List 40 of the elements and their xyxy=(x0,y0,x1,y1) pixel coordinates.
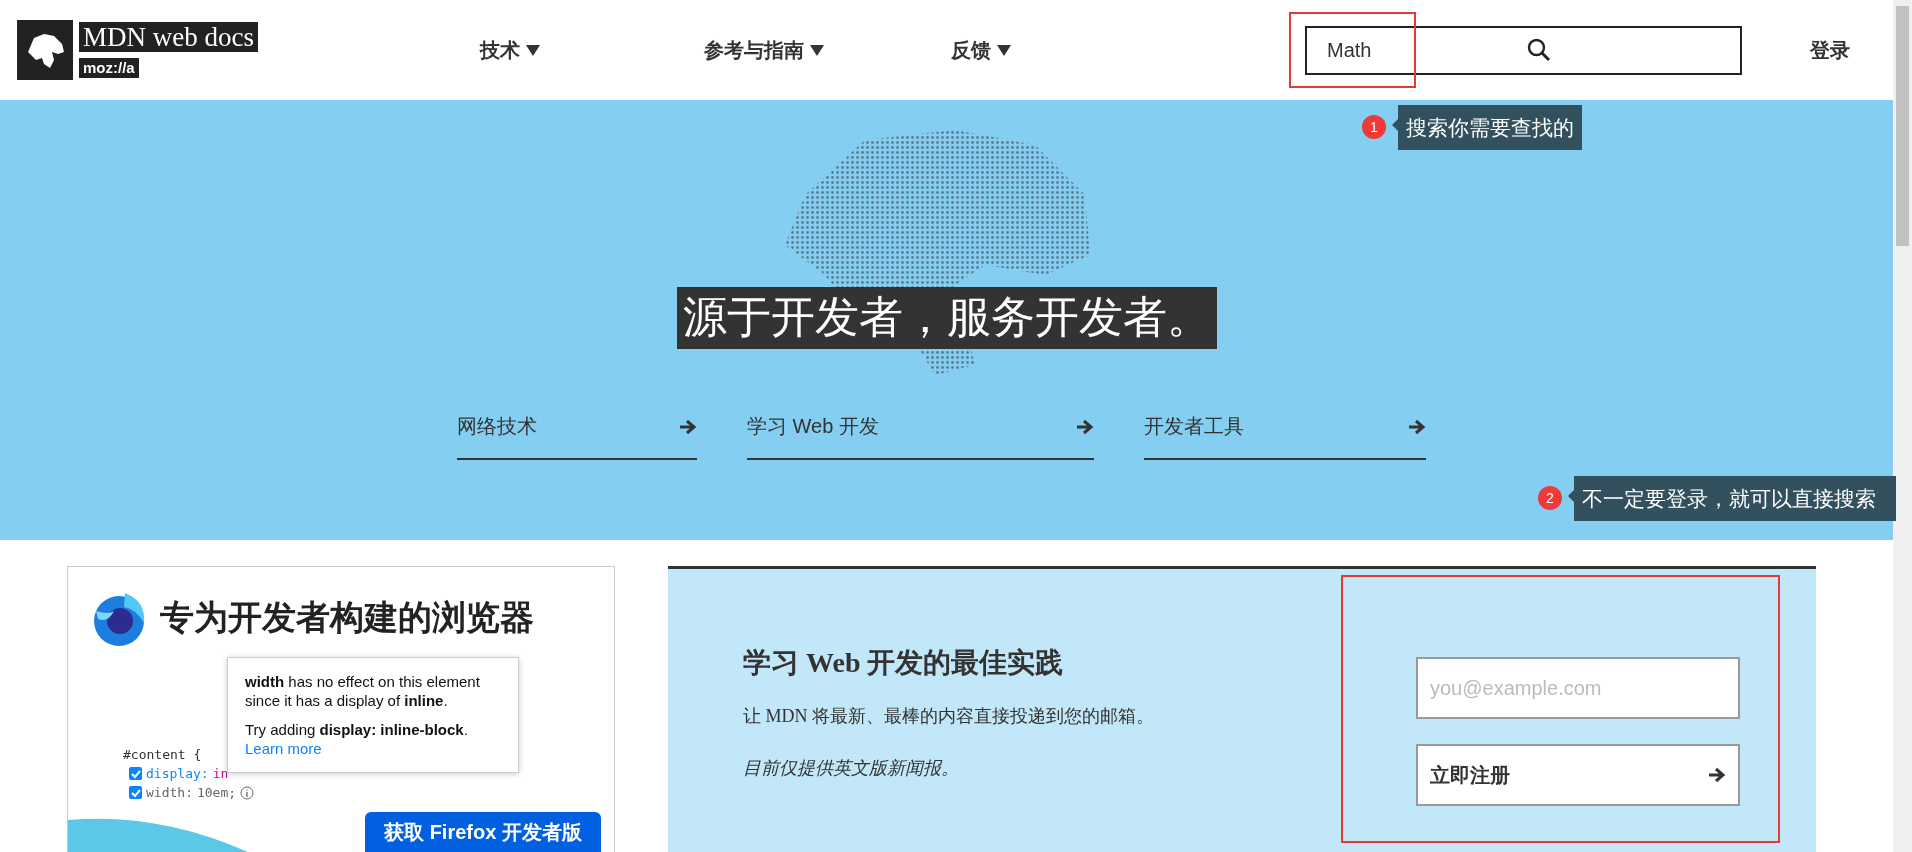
download-button[interactable]: 获取 Firefox 开发者版 xyxy=(365,812,601,852)
code-line: #content { xyxy=(123,746,202,764)
login-link[interactable]: 登录 xyxy=(1810,36,1850,64)
search-field[interactable]: Math xyxy=(1305,25,1742,75)
email-field[interactable]: you@example.com xyxy=(1416,657,1740,719)
logo-subtitle: moz://a xyxy=(79,58,139,78)
logo-title: MDN web docs xyxy=(79,22,258,52)
learn-more-link[interactable]: Learn more xyxy=(245,740,322,757)
css-property: display: xyxy=(146,765,209,783)
arrow-right-icon xyxy=(1708,767,1726,783)
site-logo[interactable]: MDN web docs moz://a xyxy=(17,20,258,80)
caret-icon xyxy=(526,44,540,56)
caret-icon xyxy=(810,44,824,56)
topic-link[interactable]: 学习 Web 开发 xyxy=(747,413,1094,460)
annotation-callout: 搜索你需要查找的 xyxy=(1398,105,1582,150)
css-value: in xyxy=(212,765,229,783)
annotation-callout: 不一定要登录，就可以直接搜索 xyxy=(1574,476,1896,521)
nav-menu[interactable]: 技术 xyxy=(480,36,540,64)
signup-button[interactable]: 立即注册 xyxy=(1416,744,1740,806)
topic-link[interactable]: 开发者工具 xyxy=(1144,413,1426,460)
tooltip-hint: Try adding display: inline-block. xyxy=(245,720,469,739)
hero-headline: 源于开发者，服务开发者。 xyxy=(676,287,1217,349)
tooltip-message: width has no effect on this element since it has a display of inline. xyxy=(245,672,481,710)
caret-icon xyxy=(997,44,1011,56)
checkbox[interactable] xyxy=(129,767,142,780)
checkbox[interactable] xyxy=(129,786,142,799)
newsletter-note: 目前仅提供英文版新闻报。 xyxy=(743,757,960,780)
arrow-right-icon xyxy=(679,418,697,435)
css-value: 10em; xyxy=(196,784,237,802)
promo-title: 专为开发者构建的浏览器 xyxy=(160,597,534,638)
arrow-right-icon xyxy=(1408,418,1426,435)
newsletter-title: 学习 Web 开发的最佳实践 xyxy=(743,646,1065,680)
nav-menu[interactable]: 反馈 xyxy=(951,36,1011,64)
nav-menu[interactable]: 参考与指南 xyxy=(704,36,824,64)
css-property: width: xyxy=(146,784,193,802)
topic-link[interactable]: 网络技术 xyxy=(457,413,697,460)
scrollbar[interactable] xyxy=(1893,0,1912,852)
info-icon[interactable] xyxy=(240,785,255,800)
arrow-right-icon xyxy=(1076,418,1094,435)
newsletter-description: 让 MDN 将最新、最棒的内容直接投递到您的邮箱。 xyxy=(743,705,1155,728)
